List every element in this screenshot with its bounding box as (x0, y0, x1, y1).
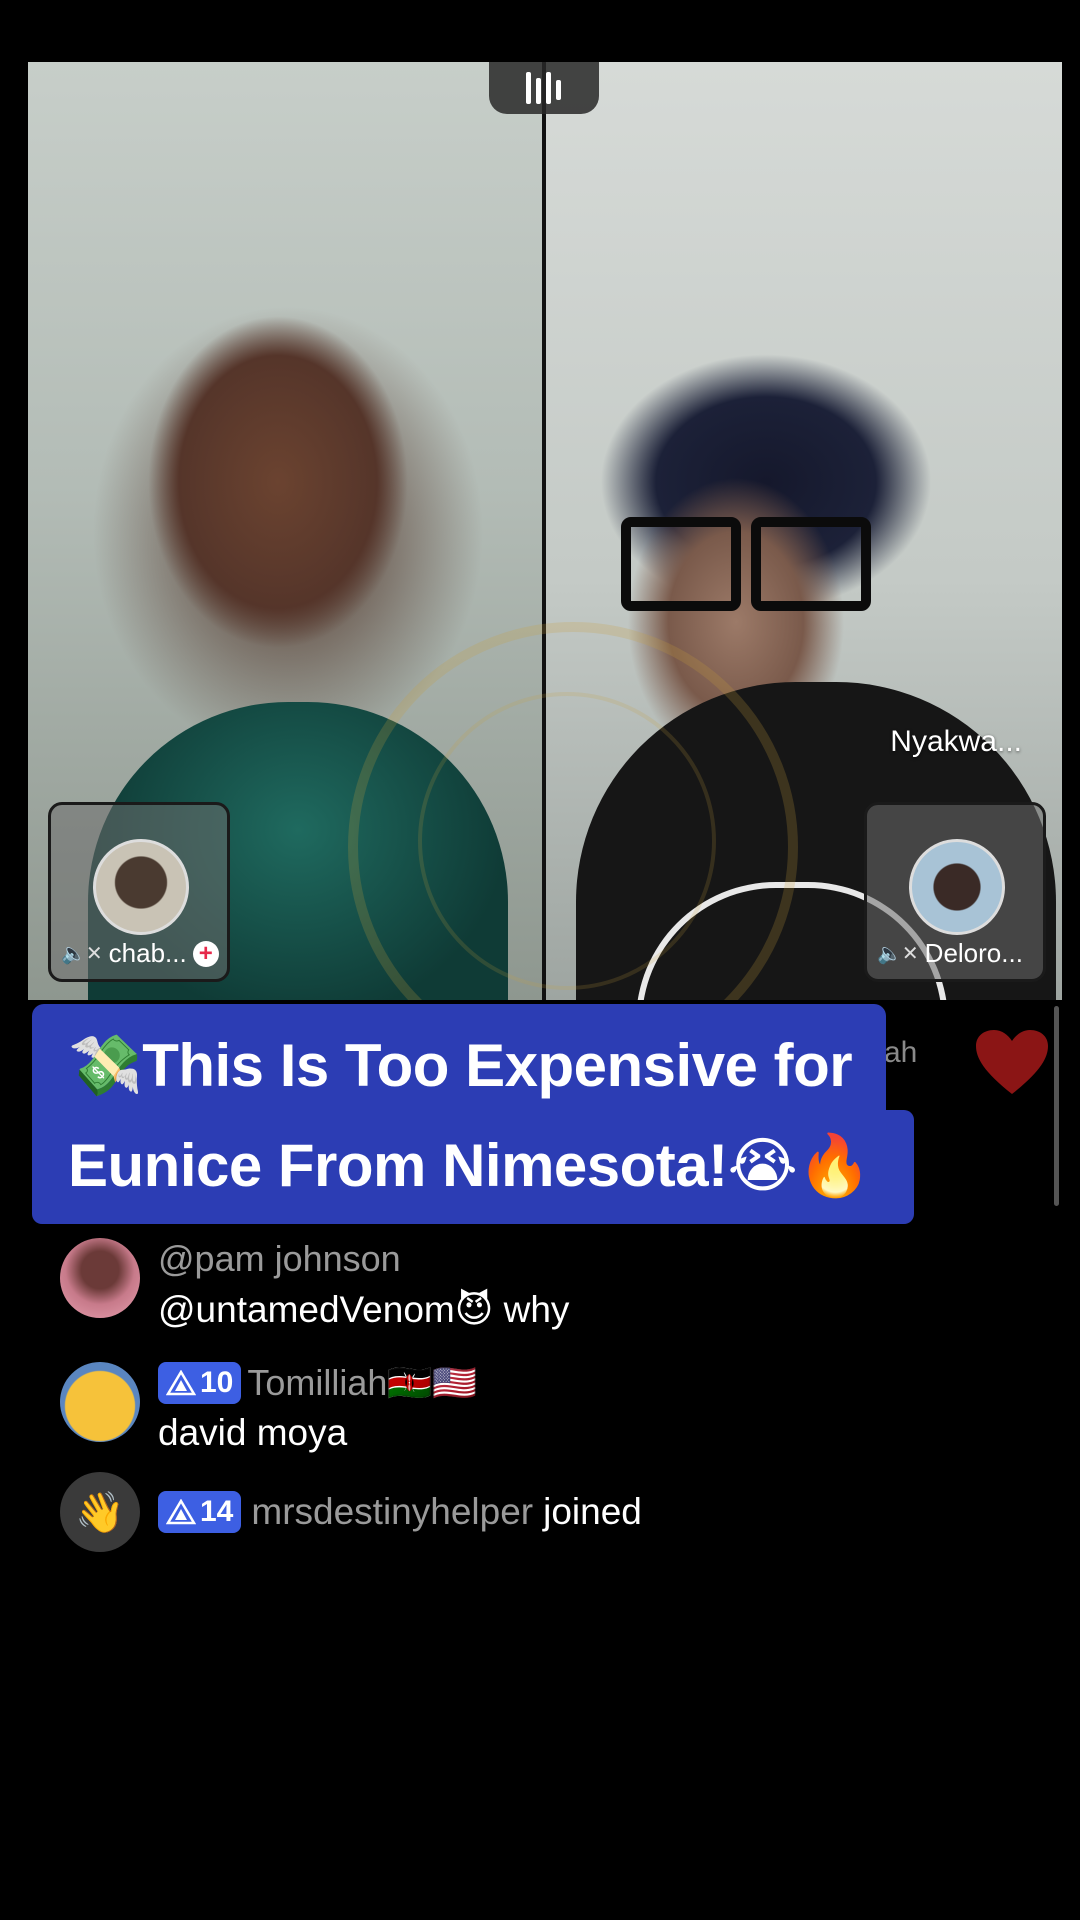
level-triangle-icon (166, 1499, 196, 1525)
caption-line-2: Eunice From Nimesota!😭🔥 (68, 1132, 872, 1199)
avatar (93, 839, 189, 935)
list-item[interactable]: 👋 14 mrsdestinyhelper joined (60, 1472, 642, 1552)
scrollbar[interactable] (1054, 1006, 1059, 1206)
host-name-label[interactable]: Nyakwa... (890, 725, 1022, 759)
comment-peek-text: ah (884, 1036, 918, 1069)
comment-message: david moya (158, 1412, 348, 1453)
join-status: joined (543, 1491, 642, 1532)
avatar[interactable] (60, 1362, 140, 1442)
avatar (909, 839, 1005, 935)
comment-message: @untamedVenom😈 why (158, 1289, 570, 1330)
follow-plus-icon[interactable]: + (192, 940, 219, 967)
comment-username[interactable]: mrsdestinyhelper (251, 1491, 533, 1533)
list-item[interactable]: 10 Tomilliah🇰🇪🇺🇸 david moya (60, 1362, 477, 1454)
heart-icon[interactable] (974, 1028, 1050, 1096)
muted-speaker-icon: 🔈✕ (877, 943, 919, 965)
guest-name: Deloro... (924, 938, 1023, 968)
glasses-graphic (621, 517, 871, 611)
comment-username[interactable]: @pam johnson (158, 1238, 401, 1280)
avatar[interactable] (60, 1238, 140, 1318)
level-badge: 14 (158, 1491, 242, 1533)
level-badge: 10 (158, 1362, 242, 1404)
badge-level: 10 (200, 1366, 234, 1399)
list-item[interactable]: @pam johnson @untamedVenom😈 why (60, 1238, 569, 1331)
guest-tile-2[interactable]: 🔈✕ Deloro... (864, 802, 1046, 982)
caption-line-1: 💸This Is Too Expensive for (68, 1032, 853, 1099)
audio-bars-icon (526, 72, 561, 104)
guest-name: chab... (108, 938, 187, 968)
audio-indicator[interactable] (489, 62, 599, 114)
muted-speaker-icon: 🔈✕ (61, 943, 103, 965)
guest-tile-1[interactable]: 🔈✕ chab... + (48, 802, 230, 982)
comment-username[interactable]: Tomilliah🇰🇪🇺🇸 (247, 1362, 477, 1404)
wave-hand-icon: 👋 (60, 1472, 140, 1552)
level-triangle-icon (166, 1370, 196, 1396)
badge-level: 14 (200, 1495, 234, 1528)
